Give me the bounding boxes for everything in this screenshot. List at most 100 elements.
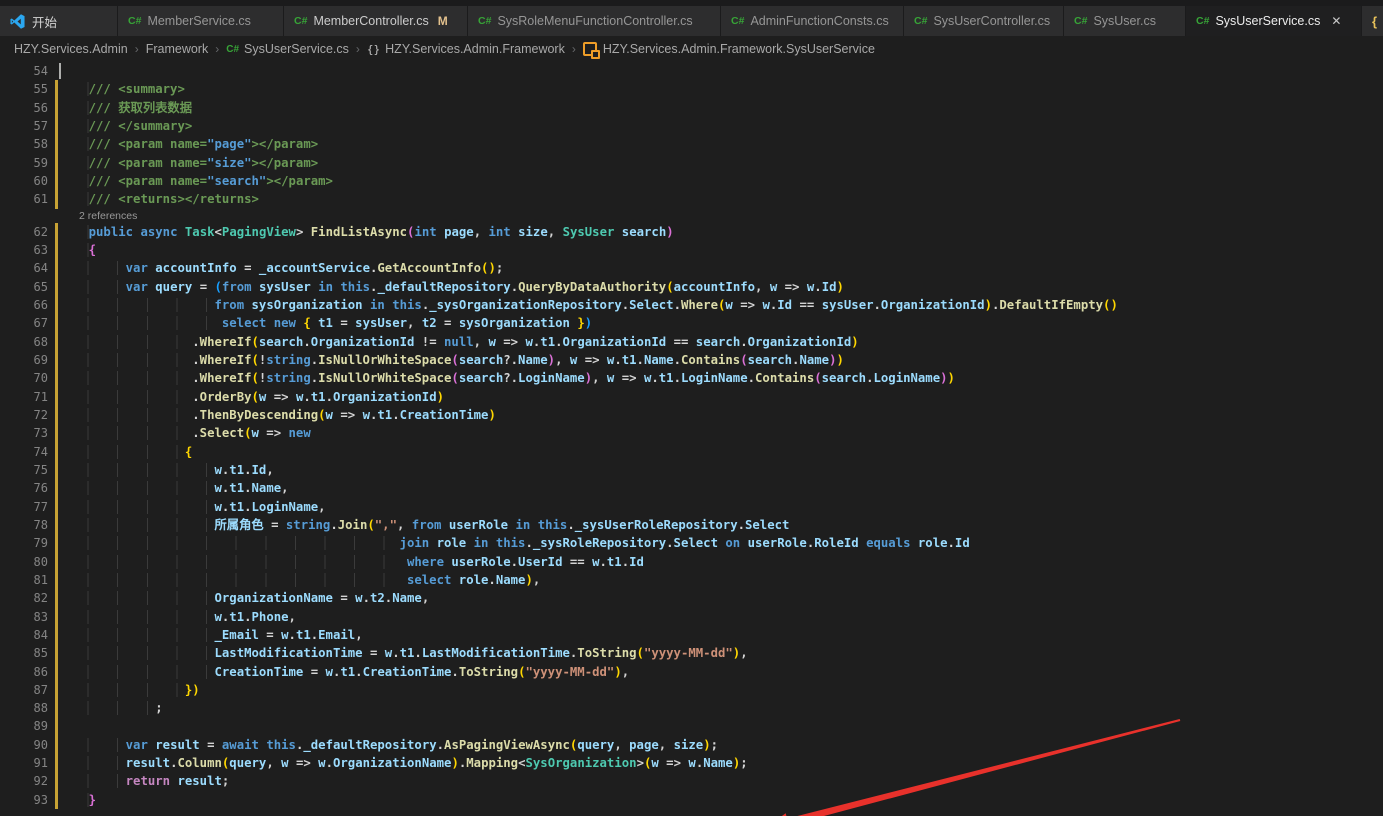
code-line[interactable]: 73 .Select(w => new [0,424,1383,442]
tab-sysuserservice-cs[interactable]: C#SysUserService.cs✕ [1186,6,1361,36]
line-number[interactable]: 61 [0,190,48,208]
line-number[interactable]: 86 [0,663,48,681]
tab-开始[interactable]: 开始 [0,6,117,36]
code-line[interactable]: 86 CreationTime = w.t1.CreationTime.ToSt… [0,663,1383,681]
line-number[interactable]: 77 [0,498,48,516]
code-line[interactable]: 84 _Email = w.t1.Email, [0,626,1383,644]
line-number[interactable]: 82 [0,589,48,607]
tab-membercontroller-cs[interactable]: C#MemberController.csM [284,6,467,36]
line-number[interactable]: 69 [0,351,48,369]
code-line[interactable]: 59 /// <param name="size"></param> [0,154,1383,172]
code-line[interactable]: 66 from sysOrganization in this._sysOrga… [0,296,1383,314]
code-line[interactable]: 64 var accountInfo = _accountService.Get… [0,259,1383,277]
code-line[interactable]: 70 .WhereIf(!string.IsNullOrWhiteSpace(s… [0,369,1383,387]
code-line[interactable]: 72 .ThenByDescending(w => w.t1.CreationT… [0,406,1383,424]
code-line[interactable]: 57 /// </summary> [0,117,1383,135]
breadcrumb-item-sysuserservice-cs[interactable]: C#SysUserService.cs [226,42,349,56]
code-line[interactable]: 82 OrganizationName = w.t2.Name, [0,589,1383,607]
line-number[interactable]: 92 [0,772,48,790]
line-number[interactable]: 85 [0,644,48,662]
code-line[interactable]: 81 select role.Name), [0,571,1383,589]
code-line[interactable]: 71 .OrderBy(w => w.t1.OrganizationId) [0,388,1383,406]
code-line[interactable]: 55 /// <summary> [0,80,1383,98]
line-number[interactable]: 72 [0,406,48,424]
line-number[interactable]: 62 [0,223,48,241]
line-number[interactable]: 73 [0,424,48,442]
code-line[interactable]: 75 w.t1.Id, [0,461,1383,479]
code-line[interactable]: 61 /// <returns></returns> [0,190,1383,208]
code-line[interactable]: 87 }) [0,681,1383,699]
code-line[interactable]: 63 { [0,241,1383,259]
code-line[interactable]: 56 /// 获取列表数据 [0,99,1383,117]
code-line[interactable]: 79 join role in this._sysRoleRepository.… [0,534,1383,552]
tab-sysusercontroller-cs[interactable]: C#SysUserController.cs [904,6,1063,36]
line-number[interactable]: 88 [0,699,48,717]
line-number[interactable]: 59 [0,154,48,172]
code-line[interactable]: 91 result.Column(query, w => w.Organizat… [0,754,1383,772]
code-line[interactable]: 77 w.t1.LoginName, [0,498,1383,516]
breadcrumb-item-framework[interactable]: Framework [146,42,209,56]
code-line[interactable]: 92 return result; [0,772,1383,790]
code-line[interactable]: 90 var result = await this._defaultRepos… [0,736,1383,754]
breadcrumb-item-hzy-services-admin-framework[interactable]: {}HZY.Services.Admin.Framework [367,42,565,56]
line-number[interactable]: 83 [0,608,48,626]
line-number[interactable]: 90 [0,736,48,754]
line-number[interactable]: 56 [0,99,48,117]
breadcrumb-item-hzy-services-admin-framework-sysuserservice[interactable]: HZY.Services.Admin.Framework.SysUserServ… [583,42,875,56]
code-line[interactable]: 76 w.t1.Name, [0,479,1383,497]
tab-sysrolemenufunctioncontroller-cs[interactable]: C#SysRoleMenuFunctionController.cs [468,6,720,36]
tab-adminfunctionconsts-cs[interactable]: C#AdminFunctionConsts.cs [721,6,903,36]
code-token: QueryByDataAuthority [518,280,666,294]
line-number[interactable]: 63 [0,241,48,259]
code-line[interactable]: 67 select new { t1 = sysUser, t2 = sysOr… [0,314,1383,332]
line-number[interactable]: 60 [0,172,48,190]
line-number[interactable]: 64 [0,259,48,277]
line-number[interactable]: 58 [0,135,48,153]
code-line[interactable]: 74 { [0,443,1383,461]
line-number[interactable]: 68 [0,333,48,351]
line-number[interactable]: 80 [0,553,48,571]
line-number[interactable]: 54 [0,62,48,80]
line-number[interactable]: 55 [0,80,48,98]
line-number[interactable]: 76 [0,479,48,497]
code-token: Name [703,756,733,770]
code-line[interactable]: 69 .WhereIf(!string.IsNullOrWhiteSpace(s… [0,351,1383,369]
code-line[interactable]: 78 所属角色 = string.Join(",", from userRole… [0,516,1383,534]
tab-sysuser-cs[interactable]: C#SysUser.cs [1064,6,1185,36]
code-token: . [192,408,199,422]
line-number[interactable]: 67 [0,314,48,332]
line-number[interactable]: 91 [0,754,48,772]
line-number[interactable]: 74 [0,443,48,461]
code-line[interactable]: 89 [0,717,1383,735]
code-line[interactable]: 54 [0,62,1383,80]
code-line[interactable]: 83 w.t1.Phone, [0,608,1383,626]
line-number[interactable]: 93 [0,791,48,809]
code-line[interactable]: 65 var query = (from sysUser in this._de… [0,278,1383,296]
code-line[interactable]: 62 public async Task<PagingView> FindLis… [0,223,1383,241]
code-line[interactable]: 80 where userRole.UserId == w.t1.Id [0,553,1383,571]
line-number[interactable]: 79 [0,534,48,552]
code-editor[interactable]: 5455 /// <summary>56 /// 获取列表数据57 /// </… [0,62,1383,809]
line-number[interactable]: 87 [0,681,48,699]
tab-memberservice-cs[interactable]: C#MemberService.cs [118,6,283,36]
line-number[interactable]: 78 [0,516,48,534]
line-number[interactable]: 81 [0,571,48,589]
codelens-references-link[interactable]: 2 references [0,209,1383,223]
code-line[interactable]: 93 } [0,791,1383,809]
line-number[interactable]: 66 [0,296,48,314]
code-line[interactable]: 68 .WhereIf(search.OrganizationId != nul… [0,333,1383,351]
line-number[interactable]: 71 [0,388,48,406]
breadcrumb-item-hzy-services-admin[interactable]: HZY.Services.Admin [14,42,128,56]
line-number[interactable]: 84 [0,626,48,644]
line-number[interactable]: 70 [0,369,48,387]
line-number[interactable]: 89 [0,717,48,735]
line-number[interactable]: 65 [0,278,48,296]
code-line[interactable]: 60 /// <param name="search"></param> [0,172,1383,190]
code-line[interactable]: 88 ; [0,699,1383,717]
line-number[interactable]: 57 [0,117,48,135]
line-number[interactable]: 75 [0,461,48,479]
code-line[interactable]: 85 LastModificationTime = w.t1.LastModif… [0,644,1383,662]
code-line[interactable]: 58 /// <param name="page"></param> [0,135,1383,153]
close-icon[interactable]: ✕ [1331,14,1341,28]
tab-[interactable]: { [1362,6,1383,36]
